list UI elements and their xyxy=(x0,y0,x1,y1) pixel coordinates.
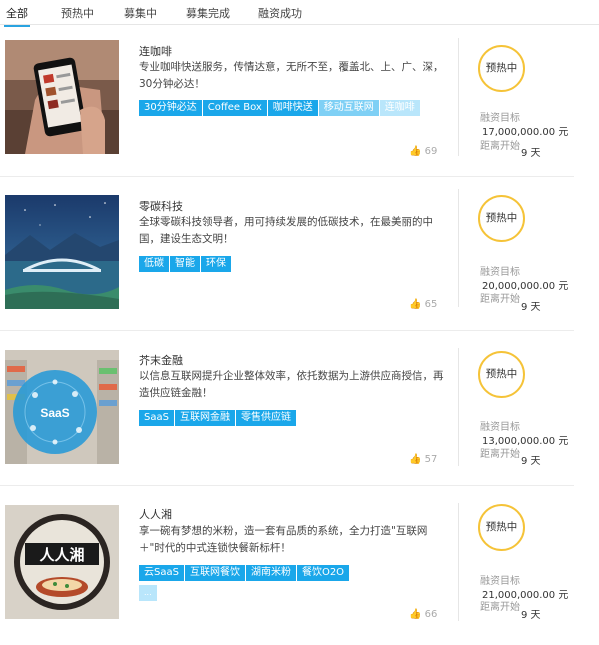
tag[interactable]: SaaS xyxy=(139,410,174,426)
thumbs-up-icon: 👍 xyxy=(409,146,422,157)
start-label: 距离开始 xyxy=(480,449,520,460)
start-value: 9 天 xyxy=(521,610,541,621)
tag-list: 云SaaS 互联网餐饮 湖南米粉 餐饮O2O... xyxy=(139,565,439,605)
like-button[interactable]: 👍 69 xyxy=(409,146,437,157)
thumbs-up-icon: 👍 xyxy=(409,299,422,310)
like-button[interactable]: 👍 65 xyxy=(409,299,437,310)
target-label: 融资目标 xyxy=(480,422,520,433)
tag[interactable]: Coffee Box xyxy=(202,100,267,116)
tag[interactable]: 零售供应链 xyxy=(235,410,296,426)
project-thumbnail[interactable]: SaaS xyxy=(5,350,119,464)
like-count: 66 xyxy=(424,609,438,620)
filter-tabs: 全部 预热中 募集中 募集完成 融资成功 xyxy=(0,0,599,27)
project-card[interactable]: 人人湘 人人湘 享一碗有梦想的米粉，造一套有品质的系统，全力打造"互联网＋"时代… xyxy=(0,495,599,645)
divider xyxy=(458,38,459,156)
target-label: 融资目标 xyxy=(480,267,520,278)
tag[interactable]: 互联网餐饮 xyxy=(184,565,245,581)
like-count: 69 xyxy=(424,146,438,157)
like-count: 65 xyxy=(424,299,438,310)
tag[interactable]: 低碳 xyxy=(139,256,169,272)
project-name[interactable]: 连咖啡 xyxy=(139,43,172,59)
project-description: 全球零碳科技领导者，用可持续发展的低碳技术，在最美丽的中国，建设生态文明！ xyxy=(139,216,433,245)
divider xyxy=(458,189,459,307)
start-label: 距离开始 xyxy=(480,602,520,613)
project-name[interactable]: 芥末金融 xyxy=(139,352,183,368)
divider xyxy=(458,503,459,621)
tag[interactable]: 环保 xyxy=(201,256,231,272)
tab-raising[interactable]: 募集中 xyxy=(124,5,157,21)
thumbs-up-icon: 👍 xyxy=(409,454,422,465)
renrenxiang-thumb-label: 人人湘 xyxy=(39,546,84,564)
project-description: 享一碗有梦想的米粉，造一套有品质的系统，全力打造"互联网＋"时代的中式连锁快餐新… xyxy=(139,525,428,554)
divider xyxy=(0,330,574,331)
tag[interactable]: 咖啡快送 xyxy=(267,100,318,116)
status-badge: 预热中 xyxy=(478,195,525,242)
tag-list: SaaS 互联网金融 零售供应链 xyxy=(139,410,439,430)
tab-all[interactable]: 全部 xyxy=(4,5,30,27)
tag[interactable]: 连咖啡 xyxy=(379,100,420,116)
more-tags-button[interactable]: ... xyxy=(139,585,157,601)
tag-list: 低碳 智能 环保 xyxy=(139,256,439,276)
tag[interactable]: 30分钟必达 xyxy=(139,100,202,116)
project-card[interactable]: 连咖啡 专业咖啡快送服务，传情达意，无所不至，覆盖北、上、广、深，30分钟必达！… xyxy=(0,30,599,180)
status-badge: 预热中 xyxy=(478,45,525,92)
tab-preheating[interactable]: 预热中 xyxy=(61,5,94,21)
project-name[interactable]: 人人湘 xyxy=(139,506,172,522)
start-value: 9 天 xyxy=(521,148,541,159)
target-label: 融资目标 xyxy=(480,113,520,124)
target-value: 17,000,000.00 元 xyxy=(482,127,569,138)
like-count: 57 xyxy=(424,454,438,465)
tab-funding-success[interactable]: 融资成功 xyxy=(258,5,302,21)
like-button[interactable]: 👍 66 xyxy=(409,609,437,620)
project-thumbnail[interactable] xyxy=(5,40,119,154)
thumbs-up-icon: 👍 xyxy=(409,609,422,620)
project-thumbnail[interactable] xyxy=(5,195,119,309)
divider xyxy=(458,348,459,466)
tab-raise-complete[interactable]: 募集完成 xyxy=(186,5,230,21)
tag[interactable]: 移动互联网 xyxy=(318,100,379,116)
tag[interactable]: 智能 xyxy=(170,256,200,272)
project-card[interactable]: SaaS 芥末金融 以信息互联网提升企业整体效率，依托数据为上游供应商授信，再造… xyxy=(0,340,599,490)
start-label: 距离开始 xyxy=(480,141,520,152)
status-badge: 预热中 xyxy=(478,504,525,551)
like-button[interactable]: 👍 57 xyxy=(409,454,437,465)
start-label: 距离开始 xyxy=(480,294,520,305)
saas-thumb-label: SaaS xyxy=(40,406,69,420)
tag[interactable]: 湖南米粉 xyxy=(245,565,296,581)
tag[interactable]: 餐饮O2O xyxy=(296,565,350,581)
project-description: 以信息互联网提升企业整体效率，依托数据为上游供应商授信，再造供应链金融！ xyxy=(139,370,444,399)
project-description: 专业咖啡快送服务，传情达意，无所不至，覆盖北、上、广、深，30分钟必达！ xyxy=(139,61,444,90)
tag-list: 30分钟必达 Coffee Box 咖啡快送 移动互联网 连咖啡 xyxy=(139,100,439,120)
target-label: 融资目标 xyxy=(480,576,520,587)
tag[interactable]: 云SaaS xyxy=(139,565,184,581)
project-thumbnail[interactable]: 人人湘 xyxy=(5,505,119,619)
divider xyxy=(0,485,574,486)
start-value: 9 天 xyxy=(521,456,541,467)
project-card[interactable]: 零碳科技 全球零碳科技领导者，用可持续发展的低碳技术，在最美丽的中国，建设生态文… xyxy=(0,185,599,335)
divider xyxy=(0,176,574,177)
status-badge: 预热中 xyxy=(478,351,525,398)
start-value: 9 天 xyxy=(521,302,541,313)
project-name[interactable]: 零碳科技 xyxy=(139,198,183,214)
tag[interactable]: 互联网金融 xyxy=(174,410,235,426)
